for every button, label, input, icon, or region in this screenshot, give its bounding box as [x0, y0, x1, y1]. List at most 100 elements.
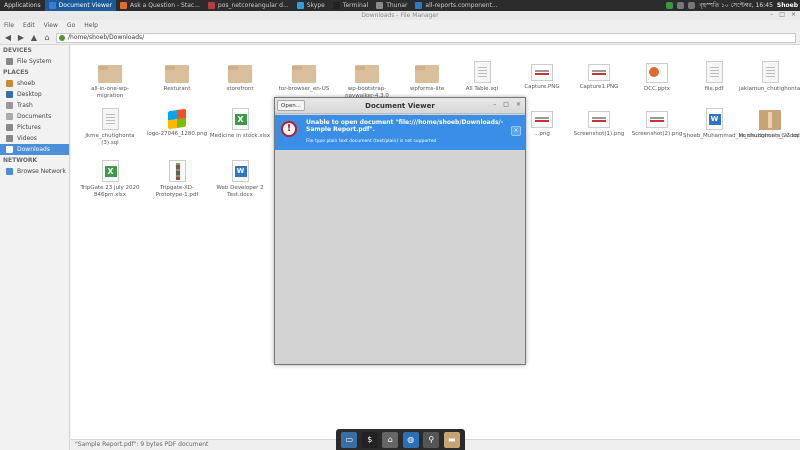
taskbar-item[interactable]: Terminal — [329, 0, 372, 11]
infobar-close-button[interactable]: × — [511, 126, 521, 136]
close-icon[interactable]: × — [516, 101, 521, 108]
file-item[interactable]: Screenshot(2).png — [626, 108, 688, 138]
presentation-icon — [646, 63, 668, 83]
taskbar-item[interactable]: Skype — [293, 0, 329, 11]
sidebar-item-label: Desktop — [17, 91, 42, 98]
volume-icon[interactable] — [677, 2, 685, 9]
taskbar-item[interactable]: Ask a Question - Stac... — [116, 0, 204, 11]
search-icon[interactable]: ⚲ — [423, 431, 440, 448]
file-name: All Table.sql — [465, 86, 499, 92]
file-manager-icon[interactable]: ⌂ — [382, 431, 399, 448]
home-icon[interactable]: ⌂ — [43, 33, 51, 42]
taskbar-item[interactable]: Thunar — [372, 0, 411, 11]
menu-item[interactable]: File — [4, 22, 14, 29]
folder-icon[interactable]: ▬ — [443, 431, 460, 448]
file-item[interactable]: Capture1.PNG — [568, 61, 630, 91]
sidebar-item-label: Trash — [17, 102, 33, 109]
file-item[interactable]: jakiamun_chutighontanew.sql — [739, 61, 800, 93]
folder-icon — [165, 65, 189, 83]
location-icon — [59, 34, 65, 41]
open-button[interactable]: Open... — [277, 100, 305, 111]
close-icon[interactable]: × — [791, 11, 796, 18]
terminal-icon[interactable]: $ — [361, 431, 378, 448]
sidebar-item-shoeb[interactable]: shoeb — [0, 78, 69, 89]
file-item[interactable]: wp-bootstrap-navwalker-4.3.0 — [336, 61, 398, 99]
file-item[interactable]: logo-27046_1280.png — [146, 108, 208, 138]
sidebar-item-downloads[interactable]: Downloads — [0, 144, 69, 155]
toolbar: ◀ ▶ ▲ ⌂ /home/shoeb/Downloads/ — [0, 31, 800, 45]
file-item[interactable]: jkme_chutighonta (3).sql — [79, 108, 141, 146]
taskbar-item-label: Ask a Question - Stac... — [130, 2, 200, 9]
forward-icon[interactable]: ▶ — [17, 33, 25, 42]
file-name: DCC.pptx — [643, 86, 671, 92]
sidebar: DEVICES File System PLACES shoeb Desktop Tras… — [0, 45, 70, 450]
file-item[interactable]: Tripgate-XD-Prototype-1.pdf — [146, 160, 208, 198]
menu-item[interactable]: View — [44, 22, 58, 29]
user-menu[interactable]: Shoeb — [777, 2, 798, 9]
sidebar-item-desktop[interactable]: Desktop — [0, 89, 69, 100]
taskbar-item-label: Document Viewer — [58, 2, 113, 9]
sidebar-item-videos[interactable]: Videos — [0, 133, 69, 144]
location-bar[interactable]: /home/shoeb/Downloads/ — [56, 32, 796, 43]
top-panel: Applications Document Viewer Ask a Questi… — [0, 0, 800, 11]
file-item[interactable]: Screenshot(1).png — [568, 108, 630, 138]
file-item[interactable]: tor-browser_en-US — [273, 61, 335, 93]
desktop-icon[interactable]: ▭ — [341, 431, 358, 448]
file-item[interactable]: Capture.PNG — [511, 61, 573, 91]
minimize-icon[interactable]: – — [770, 11, 773, 18]
file-item[interactable]: Medicine in stock.xlsx — [209, 108, 271, 140]
place-icon — [6, 80, 13, 87]
sidebar-item-label: Downloads — [17, 146, 50, 153]
maximize-icon[interactable]: □ — [503, 101, 509, 108]
place-icon — [6, 135, 13, 142]
app-icon — [48, 2, 56, 9]
maximize-icon[interactable]: □ — [779, 11, 785, 18]
file-name: tor-browser_en-US — [278, 86, 330, 92]
menu-item[interactable]: Go — [67, 22, 75, 29]
network-icon[interactable] — [666, 2, 674, 9]
error-title: Unable to open document "file:///home/sh… — [306, 119, 504, 133]
sidebar-section-header: PLACES — [3, 69, 29, 76]
browser-icon[interactable]: ◍ — [402, 431, 419, 448]
file-item[interactable]: ss_chutighonta_v3.sql.gz — [739, 108, 800, 140]
file-item[interactable]: all-in-one-wp-migration — [79, 61, 141, 99]
app-icon — [120, 2, 128, 9]
file-item[interactable]: DCC.pptx — [626, 61, 688, 93]
sidebar-item-label: Videos — [17, 135, 37, 142]
sidebar-item-trash[interactable]: Trash — [0, 100, 69, 111]
file-item[interactable]: Resturant — [146, 61, 208, 93]
sidebar-item-label: Documents — [17, 113, 52, 120]
sidebar-item-documents[interactable]: Documents — [0, 111, 69, 122]
file-name: jakiamun_chutighontanew.sql — [739, 86, 800, 92]
error-icon: ! — [281, 121, 297, 137]
back-icon[interactable]: ◀ — [4, 33, 12, 42]
applications-label: Applications — [4, 2, 41, 9]
sidebar-item-pictures[interactable]: Pictures — [0, 122, 69, 133]
file-name: Capture.PNG — [524, 84, 560, 90]
file-item[interactable]: storefront — [209, 61, 271, 93]
taskbar-item-label: pos_netcoreangular d... — [217, 2, 289, 9]
file-item[interactable]: file.pdf — [683, 61, 745, 93]
menu-item[interactable]: Help — [84, 22, 98, 29]
file-item[interactable]: TripGate 23 july 2020 846pm.xlsx — [79, 160, 141, 198]
image-icon — [531, 64, 553, 81]
file-item[interactable]: Web Developer 2 Test.docx — [209, 160, 271, 198]
applications-menu[interactable]: Applications — [0, 0, 45, 11]
menu-item[interactable]: Edit — [23, 22, 35, 29]
clock[interactable]: বৃহস্পতি ১০ সেপ্টেম্বর, 16:45 — [699, 0, 772, 11]
taskbar-item[interactable]: pos_netcoreangular d... — [204, 0, 293, 11]
place-icon — [6, 168, 13, 175]
image-icon — [588, 64, 610, 81]
minimize-icon[interactable]: – — [493, 101, 496, 108]
battery-icon[interactable] — [688, 2, 696, 9]
taskbar-item[interactable]: all-reports.component... — [411, 0, 501, 11]
file-item[interactable]: Shoeb_Muhammad_Moniruzzaman_CV.doc — [683, 108, 800, 140]
sidebar-item-file-system[interactable]: File System — [0, 56, 69, 67]
file-item[interactable]: wpforms-lite — [396, 61, 458, 93]
sidebar-item-browse-network[interactable]: Browse Network — [0, 166, 69, 177]
taskbar-item[interactable]: Document Viewer — [44, 0, 117, 11]
file-name: TripGate 23 july 2020 846pm.xlsx — [80, 185, 140, 198]
up-icon[interactable]: ▲ — [30, 33, 38, 42]
file-item[interactable]: All Table.sql — [451, 61, 513, 93]
place-icon — [6, 113, 13, 120]
